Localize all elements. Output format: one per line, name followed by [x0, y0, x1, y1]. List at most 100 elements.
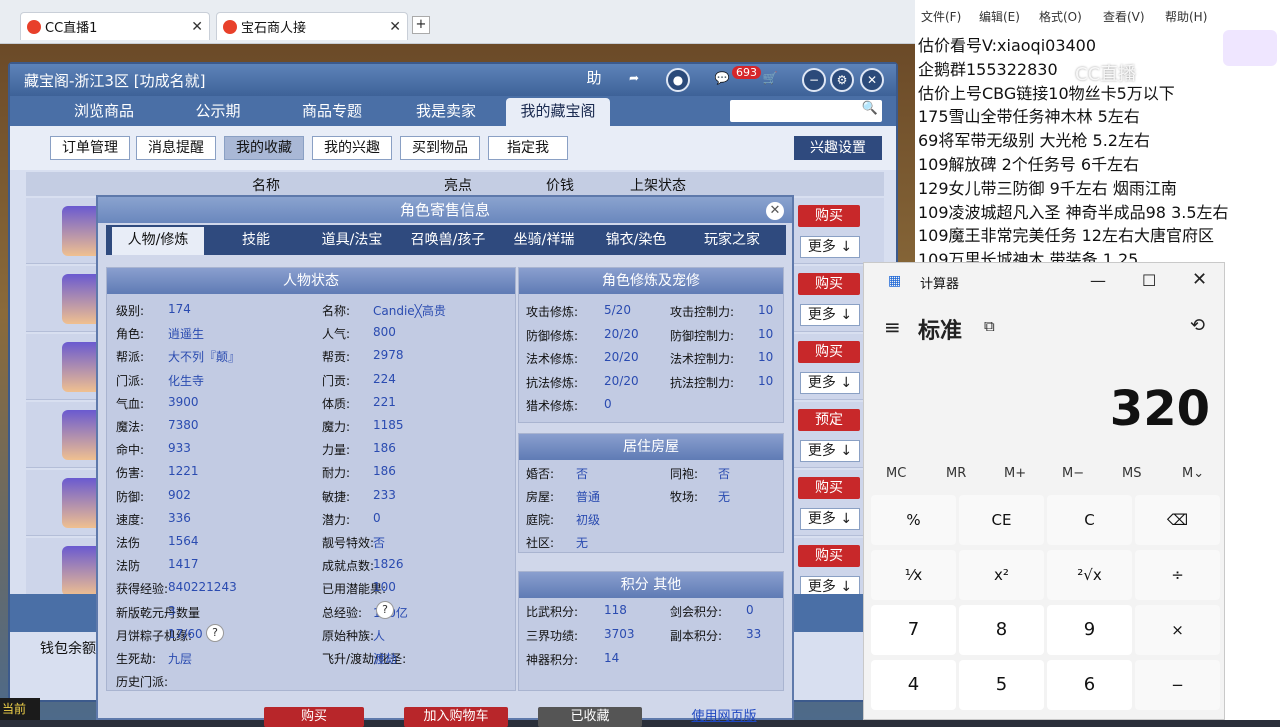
cbg-title: 藏宝阁-浙江3区 [功成名就] — [24, 72, 206, 90]
field-value: 118 — [604, 603, 627, 617]
cc-live-icon — [223, 19, 237, 34]
chat-icon[interactable]: 💬 — [710, 68, 734, 92]
field-label: 门派: — [116, 373, 145, 388]
digit-4-button[interactable]: 4 — [871, 660, 956, 710]
buy-button[interactable]: 购买 — [798, 205, 860, 227]
settings-icon[interactable]: ⚙ — [830, 68, 854, 92]
my-interest-button[interactable]: 我的兴趣 — [312, 136, 392, 160]
browser-tab-label: 宝石商人接 — [241, 21, 307, 36]
reserve-button[interactable]: 预定 — [798, 409, 860, 431]
cbg-nav: 浏览商品 公示期 商品专题 我是卖家 我的藏宝阁 🔍 — [10, 96, 896, 126]
memory-button[interactable]: M− — [1062, 466, 1084, 481]
tab-home[interactable]: 玩家之家 — [686, 227, 778, 255]
tab-public[interactable]: 公示期 — [170, 98, 266, 126]
more-button[interactable]: 更多 ↓ — [800, 304, 860, 326]
menu-edit[interactable]: 编辑(E) — [979, 8, 1039, 25]
digit-5-button[interactable]: 5 — [959, 660, 1044, 710]
field-label: 原始种族: — [322, 628, 375, 643]
menu-view[interactable]: 查看(V) — [1103, 8, 1163, 25]
calc-key-button[interactable]: × — [1135, 605, 1220, 655]
minimize-icon[interactable]: − — [802, 68, 826, 92]
more-button[interactable]: 更多 ↓ — [800, 508, 860, 530]
search-input[interactable]: 🔍 — [730, 100, 882, 122]
question-icon[interactable]: ? — [376, 601, 394, 619]
calc-key-button[interactable]: C — [1047, 495, 1132, 545]
memory-button[interactable]: M⌄ — [1182, 466, 1204, 481]
field-label: 抗法修炼: — [526, 375, 579, 390]
browser-tab-cc-live[interactable]: CC直播1 ✕ — [20, 12, 210, 40]
tab-seller[interactable]: 我是卖家 — [396, 98, 496, 126]
tab-mounts[interactable]: 坐骑/祥瑞 — [498, 227, 590, 255]
calc-key-button[interactable]: ÷ — [1135, 550, 1220, 600]
interest-settings-button[interactable]: 兴趣设置 — [794, 136, 882, 160]
memory-button[interactable]: MS — [1122, 466, 1141, 481]
calc-key-button[interactable]: ¹⁄x — [871, 550, 956, 600]
buy-button[interactable]: 购买 — [798, 545, 860, 567]
calc-key-button[interactable]: − — [1135, 660, 1220, 710]
calc-key-button[interactable]: CE — [959, 495, 1044, 545]
close-tab-icon[interactable]: ✕ — [389, 19, 401, 35]
favorited-button[interactable]: 已收藏 — [538, 707, 642, 727]
order-management-button[interactable]: 订单管理 — [50, 136, 130, 160]
new-tab-button[interactable]: + — [412, 16, 430, 34]
digit-6-button[interactable]: 6 — [1047, 660, 1132, 710]
cart-icon[interactable]: 🛒 — [758, 68, 782, 92]
dialog-title: 角色寄售信息 — [98, 197, 792, 223]
digit-9-button[interactable]: 9 — [1047, 605, 1132, 655]
minimize-icon[interactable]: — — [1090, 271, 1106, 290]
tab-browse[interactable]: 浏览商品 — [54, 98, 154, 126]
menu-file[interactable]: 文件(F) — [921, 8, 981, 25]
more-button[interactable]: 更多 ↓ — [800, 372, 860, 394]
close-icon[interactable]: ✕ — [860, 68, 884, 92]
role-sale-info-dialog: 角色寄售信息 ✕ 人物/修炼 技能 道具/法宝 召唤兽/孩子 坐骑/祥瑞 锦衣/… — [96, 195, 794, 727]
tab-pets[interactable]: 召唤兽/孩子 — [400, 227, 496, 255]
digit-8-button[interactable]: 8 — [959, 605, 1044, 655]
menu-icon[interactable]: ≡ — [884, 315, 901, 339]
close-icon[interactable]: ✕ — [766, 202, 784, 220]
designated-me-button[interactable]: 指定我 — [488, 136, 568, 160]
menu-help[interactable]: 帮助(H) — [1165, 8, 1225, 25]
field-label: 体质: — [322, 396, 351, 411]
share-icon[interactable]: ➦ — [622, 68, 646, 92]
memory-button[interactable]: M+ — [1004, 466, 1026, 481]
buy-button[interactable]: 购买 — [798, 341, 860, 363]
more-button[interactable]: 更多 ↓ — [800, 236, 860, 258]
field-label: 法伤 — [116, 536, 141, 550]
tab-topics[interactable]: 商品专题 — [282, 98, 382, 126]
tab-outfits[interactable]: 锦衣/染色 — [590, 227, 682, 255]
memory-button[interactable]: MR — [946, 466, 966, 481]
tab-skills[interactable]: 技能 — [210, 227, 302, 255]
cbg-subnav: 订单管理 消息提醒 我的收藏 我的兴趣 买到物品 指定我 兴趣设置 — [10, 126, 896, 170]
field-label: 历史门派: — [116, 675, 169, 690]
record-icon[interactable]: ● — [666, 68, 690, 92]
buy-button[interactable]: 购买 — [264, 707, 364, 727]
use-web-version-link[interactable]: 使用网页版 — [678, 707, 770, 727]
question-icon[interactable]: ? — [206, 624, 224, 642]
tab-character[interactable]: 人物/修炼 — [112, 227, 204, 255]
maximize-icon[interactable]: ☐ — [1142, 271, 1156, 290]
tab-items[interactable]: 道具/法宝 — [306, 227, 398, 255]
buy-button[interactable]: 购买 — [798, 477, 860, 499]
add-to-cart-button[interactable]: 加入购物车 — [404, 707, 508, 727]
history-icon[interactable]: ⟲ — [1190, 315, 1205, 336]
memory-button[interactable]: MC — [886, 466, 906, 481]
browser-tab-gem-merchant[interactable]: 宝石商人接 ✕ — [216, 12, 408, 40]
calc-key-button[interactable]: % — [871, 495, 956, 545]
more-button[interactable]: 更多 ↓ — [800, 440, 860, 462]
search-icon: 🔍 — [861, 101, 878, 116]
calc-key-button[interactable]: ²√x — [1047, 550, 1132, 600]
field-label: 同袍: — [670, 467, 699, 481]
calc-key-button[interactable]: x² — [959, 550, 1044, 600]
close-tab-icon[interactable]: ✕ — [191, 19, 203, 35]
digit-7-button[interactable]: 7 — [871, 605, 956, 655]
calc-key-button[interactable]: ⌫ — [1135, 495, 1220, 545]
tab-my-cbg[interactable]: 我的藏宝阁 — [506, 98, 610, 126]
buy-button[interactable]: 购买 — [798, 273, 860, 295]
menu-format[interactable]: 格式(O) — [1039, 8, 1099, 25]
bought-items-button[interactable]: 买到物品 — [400, 136, 480, 160]
my-favorites-button[interactable]: 我的收藏 — [224, 136, 304, 160]
message-reminder-button[interactable]: 消息提醒 — [136, 136, 216, 160]
close-icon[interactable]: ✕ — [1192, 269, 1207, 290]
keep-on-top-icon[interactable]: ⧉ — [984, 317, 995, 335]
help-button[interactable]: 助 — [582, 68, 606, 92]
